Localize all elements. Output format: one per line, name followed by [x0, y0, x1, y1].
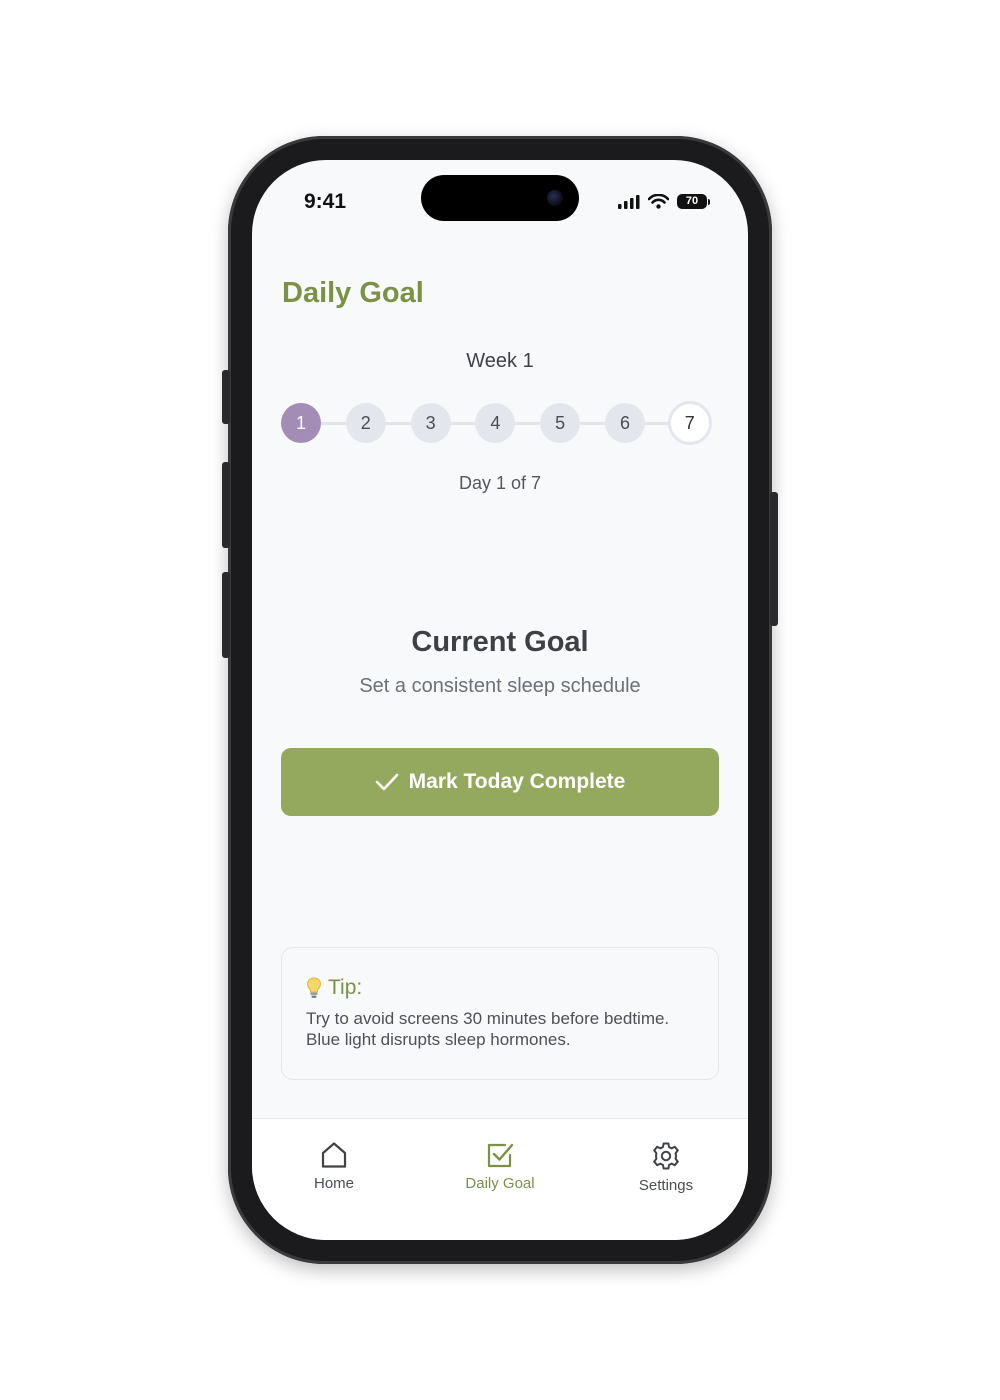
volume-down-button — [222, 572, 230, 658]
tip-header: Tip: — [306, 976, 694, 1000]
power-button — [770, 492, 778, 626]
app-screen: 9:41 70 Daily Goal Week 1 1234567 Day 1 … — [252, 160, 748, 1240]
day-step-6[interactable]: 6 — [605, 403, 645, 443]
status-icons: 70 — [618, 194, 710, 209]
tab-bar: Home Daily Goal Settings — [252, 1118, 748, 1240]
day-step-7[interactable]: 7 — [667, 401, 712, 445]
lightbulb-icon — [306, 977, 322, 998]
action-button — [222, 370, 230, 424]
day-step-1[interactable]: 1 — [281, 403, 321, 443]
current-goal-heading: Current Goal — [411, 626, 589, 658]
tab-settings-label: Settings — [638, 1177, 694, 1194]
battery-icon — [708, 198, 710, 205]
battery-indicator: 70 — [677, 194, 710, 209]
tab-daily-goal[interactable]: Daily Goal — [430, 1141, 570, 1193]
home-icon — [321, 1142, 347, 1168]
day-progress-text: Day 1 of 7 — [458, 473, 542, 493]
dynamic-island — [421, 175, 579, 221]
day-step-3[interactable]: 3 — [410, 403, 451, 443]
gear-icon — [653, 1142, 679, 1170]
status-time: 9:41 — [304, 190, 347, 213]
tip-body: Try to avoid screens 30 minutes before b… — [306, 1009, 670, 1049]
tab-daily-goal-label: Daily Goal — [465, 1175, 535, 1192]
day-step-5[interactable]: 5 — [540, 403, 581, 443]
checkmark-icon — [375, 773, 398, 791]
tab-home-label: Home — [313, 1175, 354, 1192]
day-step-2[interactable]: 2 — [345, 403, 386, 443]
tip-heading: Tip: — [328, 976, 363, 999]
wifi-icon — [648, 194, 669, 209]
page-title: Daily Goal — [282, 277, 424, 309]
week-label: Week 1 — [466, 350, 534, 372]
mark-complete-label: Mark Today Complete — [408, 770, 626, 793]
cellular-signal-icon — [618, 194, 640, 209]
day-step-4[interactable]: 4 — [475, 403, 516, 443]
tip-card: Tip: Try to avoid screens 30 minutes bef… — [281, 947, 719, 1080]
tab-settings[interactable]: Settings — [596, 1141, 736, 1195]
camera-icon — [547, 190, 563, 206]
checkbox-icon — [487, 1143, 514, 1168]
mark-complete-button[interactable]: Mark Today Complete — [281, 748, 719, 816]
battery-level: 70 — [677, 194, 707, 209]
volume-up-button — [222, 462, 230, 548]
tab-home[interactable]: Home — [264, 1141, 404, 1193]
current-goal-text: Set a consistent sleep schedule — [359, 675, 641, 697]
